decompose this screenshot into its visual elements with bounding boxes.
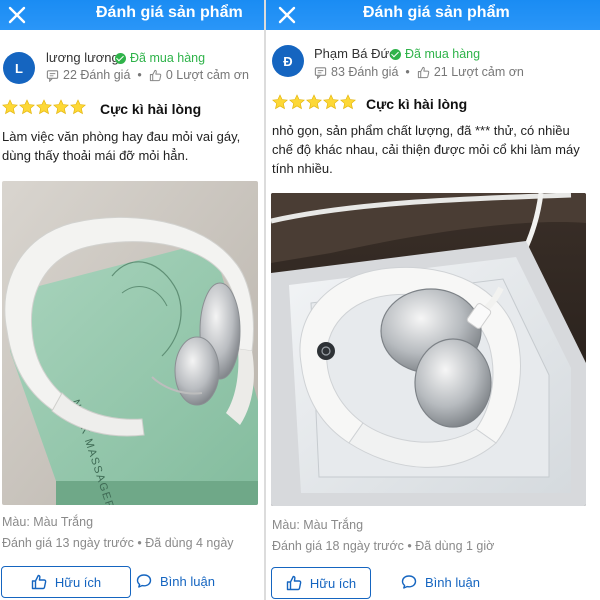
helpful-button[interactable]: Hữu ích (1, 566, 131, 598)
avatar[interactable]: L (3, 52, 35, 84)
star-icon (36, 99, 52, 115)
thumbs-up-icon (149, 69, 162, 81)
chat-bubble-icon (136, 574, 152, 588)
posted-time: Đánh giá 13 ngày trước (2, 536, 134, 550)
star-icon (340, 94, 356, 110)
usage-duration: Đã dùng 1 giờ (415, 539, 495, 553)
chat-bubble-icon (401, 575, 417, 589)
reviewer-stats: 22 Đánh giá • 0 Lượt cảm ơn (46, 68, 249, 82)
thanks-count: 21 Lượt cảm ơn (433, 65, 524, 79)
star-rating (272, 94, 356, 110)
review-panel-left: Đánh giá sản phẩm L lương lương Đã mua h… (0, 0, 264, 600)
review-photo[interactable]: NECK MASSAGER (2, 181, 258, 505)
star-icon (2, 99, 18, 115)
verified-purchase-badge: Đã mua hàng (390, 47, 480, 61)
avatar[interactable]: Đ (272, 45, 304, 77)
rating-label: Cực kì hài lòng (366, 96, 468, 112)
star-icon (306, 94, 322, 110)
star-icon (272, 94, 288, 110)
review-icon (46, 69, 59, 82)
review-timing: Đánh giá 13 ngày trước • Đã dùng 4 ngày (2, 536, 234, 550)
close-icon[interactable] (276, 4, 298, 26)
verified-label: Đã mua hàng (130, 51, 206, 65)
thumbs-up-icon (286, 575, 302, 591)
review-text: nhỏ gọn, sản phẩm chất lượng, đã *** thử… (272, 123, 580, 176)
thumbs-up-icon (31, 574, 47, 590)
review-text: Làm việc văn phòng hay đau mỏi vai gáy, … (2, 129, 241, 163)
page-title: Đánh giá sản phẩm (96, 4, 243, 21)
header-bar: Đánh giá sản phẩm (266, 0, 600, 30)
star-icon (70, 99, 86, 115)
user-name[interactable]: Phạm Bá Đức (314, 46, 396, 61)
reviewer-stats: 83 Đánh giá • 21 Lượt cảm ơn (314, 65, 524, 79)
comment-button[interactable]: Bình luận (136, 566, 215, 596)
variant-label: Màu: Màu Trắng (2, 515, 94, 529)
star-icon (323, 94, 339, 110)
usage-duration: Đã dùng 4 ngày (145, 536, 234, 550)
neck-massager-photo: NECK MASSAGER (2, 181, 258, 505)
close-icon[interactable] (6, 4, 28, 26)
review-icon (314, 66, 327, 79)
star-icon (53, 99, 69, 115)
page-title: Đánh giá sản phẩm (363, 4, 510, 21)
helpful-button[interactable]: Hữu ích (271, 567, 371, 599)
review-panel-right: Đánh giá sản phẩm Đ Phạm Bá Đức Đã mua h… (266, 0, 600, 600)
posted-time: Đánh giá 18 ngày trước (272, 539, 404, 553)
separator-dot: • (137, 68, 142, 82)
check-icon (390, 48, 401, 60)
helpful-label: Hữu ích (309, 575, 357, 591)
comment-button[interactable]: Bình luận (401, 567, 480, 597)
review-count: 83 Đánh giá (331, 65, 399, 79)
thanks-count: 0 Lượt cảm ơn (165, 68, 249, 82)
check-icon (115, 52, 126, 64)
verified-purchase-badge: Đã mua hàng (115, 51, 205, 65)
review-timing: Đánh giá 18 ngày trước • Đã dùng 1 giờ (272, 539, 494, 553)
star-icon (19, 99, 35, 115)
review-count: 22 Đánh giá (63, 68, 131, 82)
user-name[interactable]: lương lương (46, 50, 119, 65)
neck-massager-in-box-photo (271, 193, 586, 506)
thumbs-up-icon (417, 66, 430, 78)
review-photo[interactable] (271, 193, 586, 506)
variant-label: Màu: Màu Trắng (272, 518, 364, 532)
rating-label: Cực kì hài lòng (100, 101, 202, 117)
star-icon (289, 94, 305, 110)
header-bar: Đánh giá sản phẩm (0, 0, 264, 30)
verified-label: Đã mua hàng (405, 47, 481, 61)
comment-label: Bình luận (160, 573, 215, 589)
star-rating (2, 99, 86, 115)
comment-label: Bình luận (425, 574, 480, 590)
separator-dot: • (405, 65, 410, 79)
helpful-label: Hữu ích (54, 574, 102, 590)
